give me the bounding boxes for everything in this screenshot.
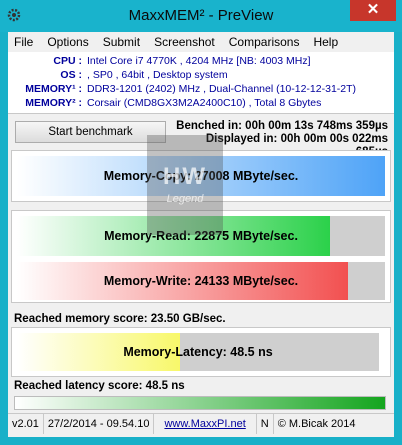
latency-label: Memory-Latency: 48.5 ns [123,345,273,359]
menu-help[interactable]: Help [307,32,344,52]
progress-bar [14,396,386,410]
menu-options[interactable]: Options [41,32,94,52]
watermark-sub: Legend [166,193,204,205]
status-version: v2.01 [8,414,44,434]
close-button[interactable]: ✕ [350,0,396,21]
write-bar: Memory-Write: 24133 MByte/sec. [17,262,385,300]
app-window: MaxxMEM² - PreView ✕ File Options Submit… [0,0,402,445]
benched-in-text: Benched in: 00h 00m 13s 748ms 359µs [176,120,388,132]
info-value: Corsair (CMD8GX3M2A2400C10) , Total 8 Gb… [87,97,322,109]
watermark-logo: HW Legend [147,135,223,235]
start-benchmark-button[interactable]: Start benchmark [15,121,166,143]
write-label: Memory-Write: 24133 MByte/sec. [103,274,299,288]
info-value: DDR3-1201 (2402) MHz , Dual-Channel (10-… [87,83,357,95]
status-bar: v2.01 27/2/2014 - 09.54.10 www.MaxxPI.ne… [8,413,394,435]
info-value: Intel Core i7 4770K , 4204 MHz [NB: 4003… [87,55,311,67]
menu-file[interactable]: File [8,32,39,52]
menu-screenshot[interactable]: Screenshot [148,32,221,52]
website-link[interactable]: www.MaxxPI.net [154,414,257,434]
info-value: , SP0 , 64bit , Desktop system [87,69,228,81]
watermark-text: HW [163,163,207,190]
status-copyright: © M.Bicak 2014 [277,418,356,430]
memory-score: Reached memory score: 23.50 GB/sec. [14,313,226,325]
menu-submit[interactable]: Submit [97,32,146,52]
system-info: CPU : Intel Core i7 4770K , 4204 MHz [NB… [8,52,394,114]
latency-panel: Memory-Latency: 48.5 ns [11,327,391,377]
latency-bar: Memory-Latency: 48.5 ns [17,333,379,371]
info-label: OS : [60,69,82,81]
menu-bar: File Options Submit Screenshot Compariso… [8,32,394,52]
status-flag: N [257,414,274,434]
info-label: MEMORY² : [25,97,82,109]
menu-comparisons[interactable]: Comparisons [223,32,306,52]
title-bar: MaxxMEM² - PreView ✕ [0,0,402,32]
status-datetime: 27/2/2014 - 09.54.10 [44,414,155,434]
window-title: MaxxMEM² - PreView [128,7,274,24]
info-label: CPU : [53,55,82,67]
progress-bar-fill [15,397,385,409]
latency-score: Reached latency score: 48.5 ns [14,380,185,392]
info-label: MEMORY¹ : [25,83,82,95]
